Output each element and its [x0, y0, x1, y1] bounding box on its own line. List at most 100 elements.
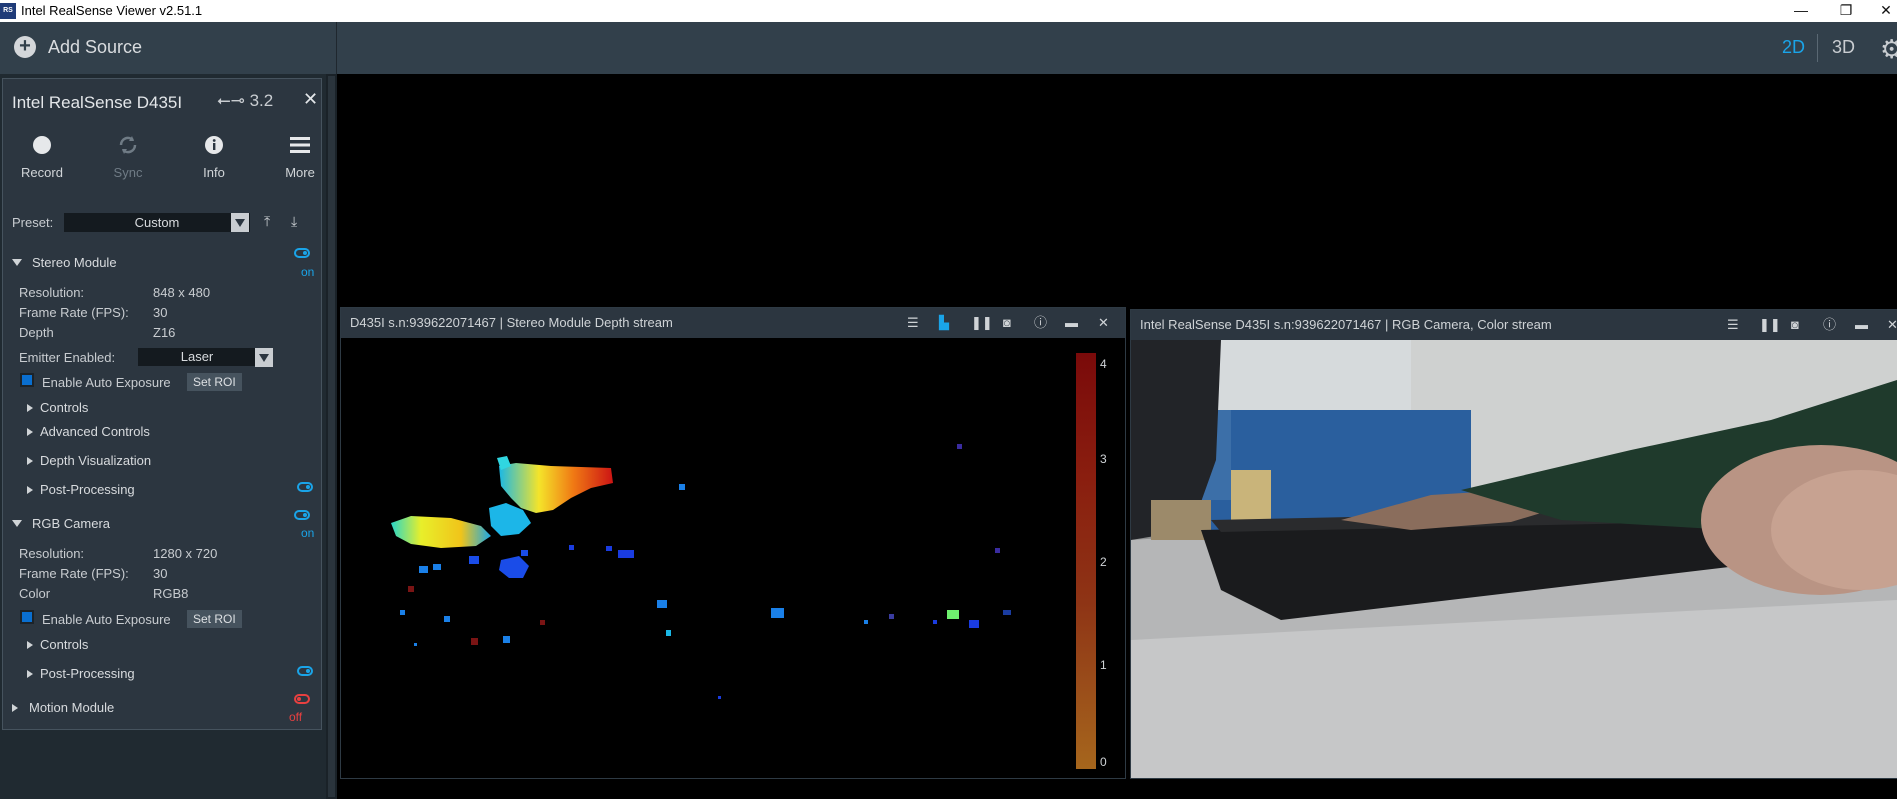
preset-dropdown[interactable]: Custom — [64, 213, 250, 232]
stereo-module-state: on — [301, 265, 315, 279]
record-icon — [7, 125, 77, 165]
pause-icon[interactable]: ❚❚ — [1759, 310, 1781, 340]
rgb-fps-value[interactable]: 30 — [153, 566, 167, 581]
usb-version: 3.2 — [249, 91, 274, 110]
collapse-arrow-icon — [27, 641, 33, 649]
stream-info-icon[interactable]: ⓘ — [1034, 308, 1047, 338]
emitter-dropdown-arrow-icon[interactable] — [255, 348, 273, 367]
stereo-fps-value[interactable]: 30 — [153, 305, 167, 320]
device-name: Intel RealSense D435I — [12, 93, 183, 112]
rgb-auto-exposure-checkbox[interactable] — [20, 610, 34, 624]
window-title: Intel RealSense Viewer v2.51.1 — [21, 3, 203, 18]
stereo-format-label: Depth — [19, 325, 54, 340]
stereo-module-toggle[interactable] — [294, 248, 310, 258]
sidebar-scrollbar[interactable] — [326, 74, 337, 799]
depth-stream-title: D435I s.n:939622071467 | Stereo Module D… — [350, 315, 673, 330]
plus-circle-icon: + — [14, 36, 36, 58]
list-options-icon[interactable]: ☰ — [1727, 310, 1739, 340]
mode-2d-button[interactable]: 2D — [1782, 37, 1805, 58]
color-camera-image — [1131, 340, 1897, 778]
list-options-icon[interactable]: ☰ — [907, 308, 919, 338]
stereo-set-roi-button[interactable]: Set ROI — [187, 373, 242, 391]
stereo-post-processing-toggle[interactable] — [297, 482, 313, 492]
camera-snapshot-icon[interactable]: ◙ — [1791, 310, 1799, 340]
restore-icon[interactable]: ❐ — [1826, 0, 1866, 22]
close-stream-icon[interactable]: ✕ — [1887, 310, 1897, 340]
close-window-icon[interactable]: ✕ — [1866, 0, 1897, 22]
collapse-arrow-icon — [12, 704, 18, 712]
rgb-camera-header[interactable]: RGB Camera — [12, 516, 110, 531]
motion-module-header[interactable]: Motion Module — [12, 700, 114, 715]
stereo-auto-exposure-label: Enable Auto Exposure — [42, 375, 171, 390]
download-preset-icon[interactable]: ⤓ — [291, 213, 297, 230]
emitter-label: Emitter Enabled: — [19, 350, 116, 365]
stereo-module-header[interactable]: Stereo Module — [12, 255, 117, 270]
rgb-post-processing-header[interactable]: Post-Processing — [27, 666, 135, 681]
rgb-set-roi-button[interactable]: Set ROI — [187, 610, 242, 628]
window-title-bar: RS Intel RealSense Viewer v2.51.1 — ❐ ✕ — [0, 0, 1897, 22]
more-button[interactable]: More — [265, 125, 335, 180]
expand-arrow-icon — [12, 259, 22, 266]
stereo-resolution-value[interactable]: 848 x 480 — [153, 285, 210, 300]
info-label: Info — [203, 165, 225, 180]
depth-stream-panel: D435I s.n:939622071467 | Stereo Module D… — [340, 307, 1126, 779]
remove-device-icon[interactable]: ✕ — [303, 89, 318, 110]
stereo-auto-exposure-checkbox[interactable] — [20, 373, 34, 387]
motion-module-toggle[interactable] — [294, 694, 310, 704]
emitter-dropdown[interactable]: Laser — [138, 348, 256, 366]
depth-visualization-label: Depth Visualization — [40, 453, 152, 468]
rgb-post-processing-label: Post-Processing — [40, 666, 135, 681]
maximize-panel-icon[interactable]: ▬ — [1855, 310, 1868, 340]
stereo-post-processing-header[interactable]: Post-Processing — [27, 482, 135, 497]
preset-dropdown-arrow-icon[interactable] — [231, 213, 249, 232]
info-button[interactable]: Info — [179, 125, 249, 180]
stereo-resolution-label: Resolution: — [19, 285, 85, 300]
collapse-arrow-icon — [27, 457, 33, 465]
camera-snapshot-icon[interactable]: ◙ — [1003, 308, 1011, 338]
rgb-resolution-value[interactable]: 1280 x 720 — [153, 546, 217, 561]
mode-3d-button[interactable]: 3D — [1832, 37, 1855, 58]
sync-icon — [93, 125, 163, 165]
rgb-controls-label: Controls — [40, 637, 89, 652]
preset-label: Preset: — [12, 215, 54, 230]
rgb-camera-title: RGB Camera — [32, 516, 111, 531]
depth-visualization-header[interactable]: Depth Visualization — [27, 453, 151, 468]
upload-preset-icon[interactable]: ⤒ — [264, 213, 270, 230]
stream-info-icon[interactable]: ⓘ — [1823, 310, 1836, 340]
more-label: More — [285, 165, 315, 180]
rgb-camera-toggle[interactable] — [294, 510, 310, 520]
stereo-format-value[interactable]: Z16 — [153, 325, 175, 340]
motion-module-state: off — [289, 710, 303, 724]
depth-colorbar — [1076, 353, 1096, 769]
rgb-format-value[interactable]: RGB8 — [153, 586, 188, 601]
add-source-button[interactable]: + Add Source — [0, 22, 337, 74]
stereo-controls-header[interactable]: Controls — [27, 400, 88, 415]
info-icon — [179, 125, 249, 165]
maximize-panel-icon[interactable]: ▬ — [1065, 308, 1078, 338]
stereo-post-processing-label: Post-Processing — [40, 482, 135, 497]
rgb-post-processing-toggle[interactable] — [297, 666, 313, 676]
device-header: Intel RealSense D435I ⭠⊸ 3.2 ✕ — [3, 79, 321, 125]
top-toolbar: + Add Source 2D 3D ⚙ — [0, 22, 1897, 74]
motion-module-title: Motion Module — [29, 700, 115, 715]
advanced-controls-header[interactable]: Advanced Controls — [27, 424, 150, 439]
colorbar-tick-4: 4 — [1100, 357, 1107, 371]
rgb-format-label: Color — [19, 586, 51, 601]
record-label: Record — [21, 165, 63, 180]
close-stream-icon[interactable]: ✕ — [1098, 308, 1109, 338]
device-actions: Record Sync Info More — [3, 125, 321, 203]
add-source-label: Add Source — [48, 37, 143, 57]
rgb-fps-label: Frame Rate (FPS): — [19, 566, 129, 581]
stereo-fps-label: Frame Rate (FPS): — [19, 305, 129, 320]
color-stream-title: Intel RealSense D435I s.n:939622071467 |… — [1140, 317, 1552, 332]
pause-icon[interactable]: ❚❚ — [971, 308, 993, 338]
rgb-resolution-label: Resolution: — [19, 546, 85, 561]
rgb-controls-header[interactable]: Controls — [27, 637, 88, 652]
record-button[interactable]: Record — [7, 125, 77, 180]
colorbar-tick-3: 3 — [1100, 452, 1107, 466]
sync-label: Sync — [113, 165, 143, 180]
settings-gear-icon[interactable]: ⚙ — [1880, 34, 1897, 65]
minimize-icon[interactable]: — — [1781, 0, 1821, 22]
sync-button[interactable]: Sync — [93, 125, 163, 180]
metrics-chart-icon[interactable]: ▙ — [939, 308, 949, 338]
